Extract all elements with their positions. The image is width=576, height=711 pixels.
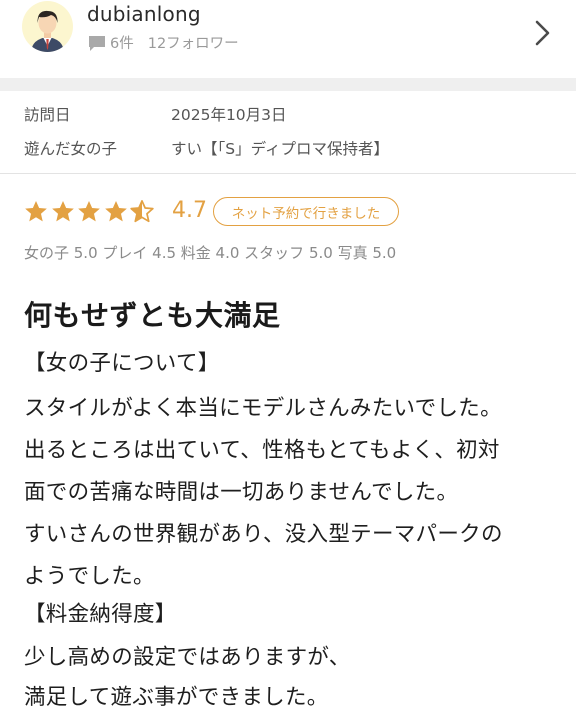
review-line: 【料金納得度】	[24, 602, 177, 627]
review-count: 6件	[110, 36, 134, 52]
profile-header[interactable]: dubianlong 6件 12フォロワー	[0, 0, 576, 78]
review-line: スタイルがよく本当にモデルさんみたいでした。	[24, 396, 502, 421]
star-icon	[104, 200, 127, 222]
comment-icon	[89, 35, 105, 51]
review-line: 少し高めの設定ではありますが、	[24, 645, 351, 670]
net-reservation-badge: ネット予約で行きました	[213, 197, 399, 226]
girl-label: 遊んだ女の子	[24, 140, 118, 158]
profile-meta: 6件 12フォロワー	[87, 32, 239, 53]
review-line: ようでした。	[24, 564, 155, 589]
review-line: 【女の子について】	[24, 351, 220, 376]
sub-scores: 女の子 5.0 プレイ 4.5 料金 4.0 スタッフ 5.0 写真 5.0	[24, 244, 397, 262]
star-icon	[51, 200, 74, 222]
review-line: すいさんの世界観があり、没入型テーマパークの	[24, 522, 503, 547]
section-divider	[0, 78, 576, 91]
divider	[0, 173, 576, 174]
review-line: 満足して遊ぶ事ができました。	[24, 685, 329, 710]
rating-score: 4.7	[172, 198, 207, 223]
review-title: 何もせずとも大満足	[24, 299, 281, 332]
avatar[interactable]	[22, 1, 73, 52]
review-line: 出るところは出ていて、性格もとてもよく、初対	[24, 438, 500, 463]
star-rating	[23, 199, 156, 225]
review-line: 面での苦痛な時間は一切ありませんでした。	[24, 480, 459, 505]
visit-date-value: 2025年10月3日	[171, 106, 287, 124]
visit-date-label: 訪問日	[24, 106, 71, 124]
follower-count[interactable]: 12フォロワー	[148, 32, 239, 53]
star-icon	[25, 200, 47, 222]
chevron-right-icon[interactable]	[531, 16, 553, 50]
username[interactable]: dubianlong	[87, 2, 201, 26]
half-star-icon	[130, 200, 154, 223]
visit-date-row: 訪問日 2025年10月3日	[24, 103, 287, 125]
girl-value[interactable]: すい【「S」ディプロマ保持者】	[171, 137, 389, 159]
girl-row: 遊んだ女の子 すい【「S」ディプロマ保持者】	[24, 137, 389, 159]
star-icon	[78, 200, 100, 222]
